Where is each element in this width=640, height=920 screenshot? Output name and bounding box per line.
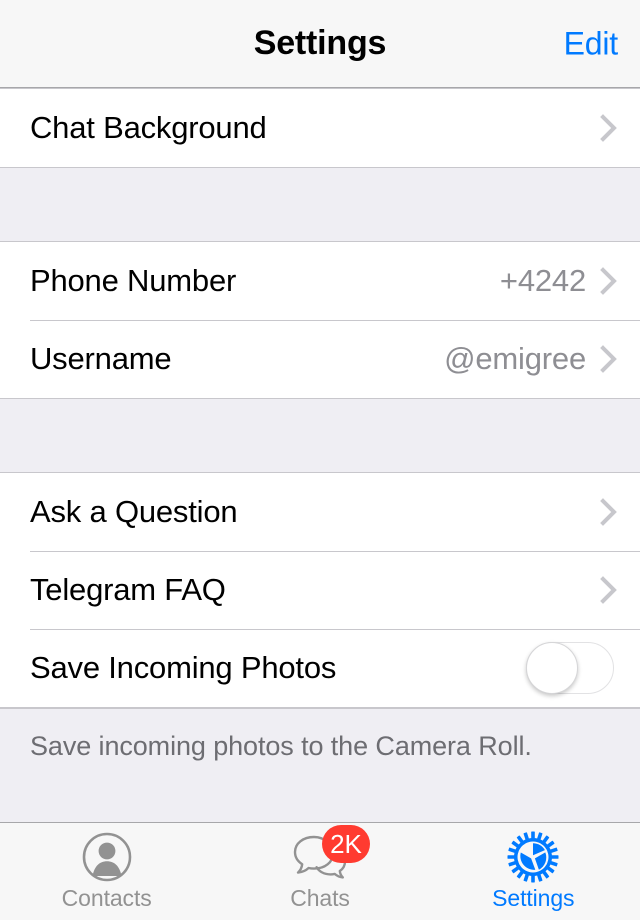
settings-screen: Settings Edit Chat Background Phone Numb…	[0, 0, 640, 920]
navigation-bar: Settings Edit	[0, 0, 640, 88]
tab-contacts[interactable]: Contacts	[0, 823, 213, 920]
row-label: Chat Background	[30, 110, 600, 146]
row-value: +4242	[500, 263, 586, 299]
footer-note-text: Save incoming photos to the Camera Roll.	[30, 731, 610, 762]
settings-list[interactable]: Chat Background Phone Number +4242 Usern…	[0, 88, 640, 822]
chevron-right-icon	[600, 113, 618, 143]
row-label: Username	[30, 341, 444, 377]
tab-label: Settings	[492, 885, 574, 912]
page-title: Settings	[254, 24, 387, 63]
tab-chats[interactable]: 2K Chats	[213, 823, 426, 920]
settings-row-phone-number[interactable]: Phone Number +4242	[0, 242, 640, 320]
gear-icon	[505, 831, 561, 883]
contact-person-icon	[79, 831, 135, 883]
row-value: @emigree	[444, 341, 586, 377]
chevron-right-icon	[600, 266, 618, 296]
tab-label: Chats	[290, 885, 350, 912]
settings-group-appearance: Chat Background	[0, 88, 640, 168]
settings-row-ask-a-question[interactable]: Ask a Question	[0, 473, 640, 551]
row-label: Telegram FAQ	[30, 572, 600, 608]
save-incoming-photos-toggle[interactable]	[526, 642, 614, 694]
settings-row-username[interactable]: Username @emigree	[0, 320, 640, 398]
settings-row-chat-background[interactable]: Chat Background	[0, 89, 640, 167]
tab-label: Contacts	[62, 885, 152, 912]
chat-bubbles-icon: 2K	[292, 831, 348, 883]
tab-settings[interactable]: Settings	[427, 823, 640, 920]
toggle-knob	[526, 642, 578, 694]
chevron-right-icon	[600, 575, 618, 605]
tab-bar: Contacts 2K Chats	[0, 822, 640, 920]
row-label: Phone Number	[30, 263, 500, 299]
row-label: Save Incoming Photos	[30, 650, 526, 686]
section-gap-2	[0, 399, 640, 472]
settings-row-telegram-faq[interactable]: Telegram FAQ	[0, 551, 640, 629]
settings-group-account: Phone Number +4242 Username @emigree	[0, 241, 640, 399]
settings-group-support: Ask a Question Telegram FAQ Save Incomin…	[0, 472, 640, 708]
chats-unread-badge: 2K	[322, 825, 370, 863]
chevron-right-icon	[600, 497, 618, 527]
settings-row-save-incoming-photos[interactable]: Save Incoming Photos	[0, 629, 640, 707]
section-footer-note: Save incoming photos to the Camera Roll.	[0, 708, 640, 822]
edit-button[interactable]: Edit	[564, 25, 618, 62]
row-label: Ask a Question	[30, 494, 600, 530]
chevron-right-icon	[600, 344, 618, 374]
section-gap-1	[0, 168, 640, 241]
